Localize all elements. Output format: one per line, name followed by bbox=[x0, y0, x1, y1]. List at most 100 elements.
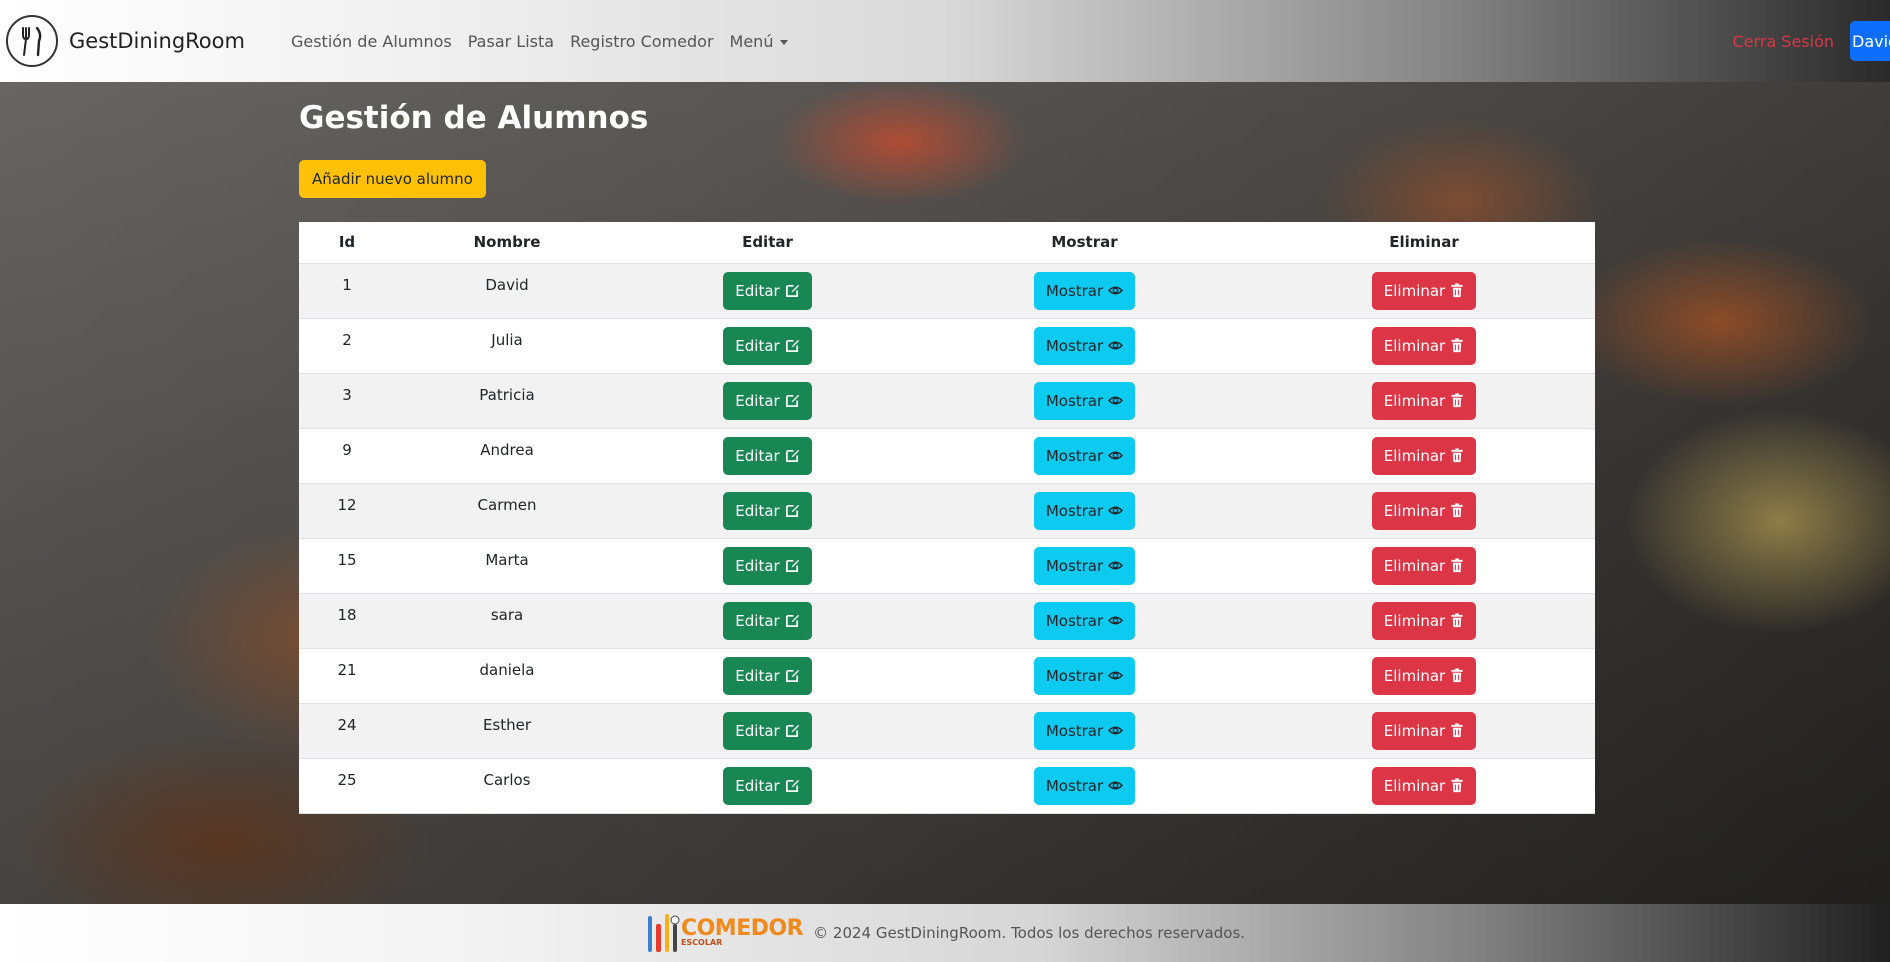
edit-button[interactable]: Editar bbox=[723, 491, 812, 530]
show-button[interactable]: Mostrar bbox=[1033, 326, 1136, 365]
cell-eliminar: Eliminar bbox=[1253, 318, 1595, 374]
delete-button[interactable]: Eliminar bbox=[1371, 766, 1477, 805]
cell-eliminar: Eliminar bbox=[1253, 593, 1595, 649]
show-button[interactable]: Mostrar bbox=[1033, 601, 1136, 640]
edit-button-label: Editar bbox=[735, 556, 780, 575]
header-nombre: Nombre bbox=[395, 222, 619, 264]
delete-button-label: Eliminar bbox=[1383, 446, 1446, 465]
show-button[interactable]: Mostrar bbox=[1033, 381, 1136, 420]
delete-button[interactable]: Eliminar bbox=[1371, 601, 1477, 640]
brand[interactable]: GestDiningRoom bbox=[6, 15, 245, 67]
edit-button[interactable]: Editar bbox=[723, 546, 812, 585]
edit-button-label: Editar bbox=[735, 501, 780, 520]
edit-button-label: Editar bbox=[735, 336, 780, 355]
cell-editar: Editar bbox=[619, 538, 916, 594]
trash-icon bbox=[1445, 283, 1464, 298]
eye-icon bbox=[1103, 613, 1124, 628]
eye-icon bbox=[1103, 503, 1124, 518]
logo-sub: ESCOLAR bbox=[680, 937, 723, 947]
delete-button[interactable]: Eliminar bbox=[1371, 491, 1477, 530]
brand-name: GestDiningRoom bbox=[69, 29, 245, 53]
cell-editar: Editar bbox=[619, 263, 916, 319]
edit-button-label: Editar bbox=[735, 281, 780, 300]
cell-editar: Editar bbox=[619, 703, 916, 759]
edit-button[interactable]: Editar bbox=[723, 656, 812, 695]
pencil-square-icon bbox=[780, 393, 800, 408]
pencil-square-icon bbox=[780, 448, 800, 463]
cell-id: 15 bbox=[299, 538, 395, 594]
nav-link-registro-comedor[interactable]: Registro Comedor bbox=[570, 32, 713, 51]
delete-button[interactable]: Eliminar bbox=[1371, 271, 1477, 310]
nav-link-pasar-lista[interactable]: Pasar Lista bbox=[468, 32, 554, 51]
header-id: Id bbox=[299, 222, 395, 264]
edit-button-label: Editar bbox=[735, 721, 780, 740]
cell-eliminar: Eliminar bbox=[1253, 428, 1595, 484]
cell-eliminar: Eliminar bbox=[1253, 373, 1595, 429]
delete-button[interactable]: Eliminar bbox=[1371, 436, 1477, 475]
show-button[interactable]: Mostrar bbox=[1033, 491, 1136, 530]
show-button[interactable]: Mostrar bbox=[1033, 546, 1136, 585]
main-content: Gestión de Alumnos Añadir nuevo alumno I… bbox=[299, 82, 1595, 814]
header-eliminar: Eliminar bbox=[1253, 222, 1595, 264]
show-button[interactable]: Mostrar bbox=[1033, 436, 1136, 475]
user-button[interactable]: David bbox=[1850, 21, 1890, 61]
delete-button[interactable]: Eliminar bbox=[1371, 546, 1477, 585]
show-button[interactable]: Mostrar bbox=[1033, 271, 1136, 310]
cell-nombre: David bbox=[395, 263, 619, 319]
edit-button-label: Editar bbox=[735, 611, 780, 630]
delete-button[interactable]: Eliminar bbox=[1371, 656, 1477, 695]
students-table-wrapper: Id Nombre Editar Mostrar Eliminar 1 David… bbox=[299, 222, 1595, 814]
show-button[interactable]: Mostrar bbox=[1033, 656, 1136, 695]
table-row: 15 Marta Editar Mostrar Eliminar bbox=[299, 538, 1595, 594]
cell-mostrar: Mostrar bbox=[916, 373, 1253, 429]
show-button[interactable]: Mostrar bbox=[1033, 766, 1136, 805]
cell-id: 9 bbox=[299, 428, 395, 484]
edit-button[interactable]: Editar bbox=[723, 326, 812, 365]
delete-button-label: Eliminar bbox=[1383, 281, 1446, 300]
show-button-label: Mostrar bbox=[1045, 721, 1104, 740]
cell-mostrar: Mostrar bbox=[916, 593, 1253, 649]
show-button-label: Mostrar bbox=[1045, 336, 1104, 355]
edit-button[interactable]: Editar bbox=[723, 381, 812, 420]
show-button[interactable]: Mostrar bbox=[1033, 711, 1136, 750]
edit-button[interactable]: Editar bbox=[723, 601, 812, 640]
add-student-button[interactable]: Añadir nuevo alumno bbox=[299, 160, 486, 198]
delete-button-label: Eliminar bbox=[1383, 666, 1446, 685]
edit-button-label: Editar bbox=[735, 776, 780, 795]
logout-link[interactable]: Cerra Sesión bbox=[1733, 32, 1835, 51]
edit-button[interactable]: Editar bbox=[723, 711, 812, 750]
cell-id: 18 bbox=[299, 593, 395, 649]
delete-button-label: Eliminar bbox=[1383, 391, 1446, 410]
edit-button[interactable]: Editar bbox=[723, 271, 812, 310]
eye-icon bbox=[1103, 393, 1124, 408]
show-button-label: Mostrar bbox=[1045, 611, 1104, 630]
edit-button[interactable]: Editar bbox=[723, 436, 812, 475]
cell-id: 24 bbox=[299, 703, 395, 759]
trash-icon bbox=[1445, 503, 1464, 518]
page-title: Gestión de Alumnos bbox=[299, 100, 649, 136]
cell-nombre: Esther bbox=[395, 703, 619, 759]
trash-icon bbox=[1445, 338, 1464, 353]
cell-eliminar: Eliminar bbox=[1253, 648, 1595, 704]
pencil-square-icon bbox=[780, 283, 800, 298]
cell-eliminar: Eliminar bbox=[1253, 263, 1595, 319]
pencil-square-icon bbox=[780, 613, 800, 628]
cell-id: 12 bbox=[299, 483, 395, 539]
nav-dropdown-menu[interactable]: Menú bbox=[730, 32, 789, 51]
eye-icon bbox=[1103, 558, 1124, 573]
cell-nombre: Carmen bbox=[395, 483, 619, 539]
nav-link-gestion-alumnos[interactable]: Gestión de Alumnos bbox=[291, 32, 452, 51]
edit-button[interactable]: Editar bbox=[723, 766, 812, 805]
delete-button[interactable]: Eliminar bbox=[1371, 711, 1477, 750]
trash-icon bbox=[1445, 613, 1464, 628]
edit-button-label: Editar bbox=[735, 666, 780, 685]
nav-right: Cerra Sesión David bbox=[1733, 21, 1890, 61]
cell-editar: Editar bbox=[619, 428, 916, 484]
show-button-label: Mostrar bbox=[1045, 281, 1104, 300]
trash-icon bbox=[1445, 723, 1464, 738]
pencil-square-icon bbox=[780, 723, 800, 738]
pencil-square-icon bbox=[780, 668, 800, 683]
delete-button[interactable]: Eliminar bbox=[1371, 381, 1477, 420]
delete-button[interactable]: Eliminar bbox=[1371, 326, 1477, 365]
show-button-label: Mostrar bbox=[1045, 556, 1104, 575]
